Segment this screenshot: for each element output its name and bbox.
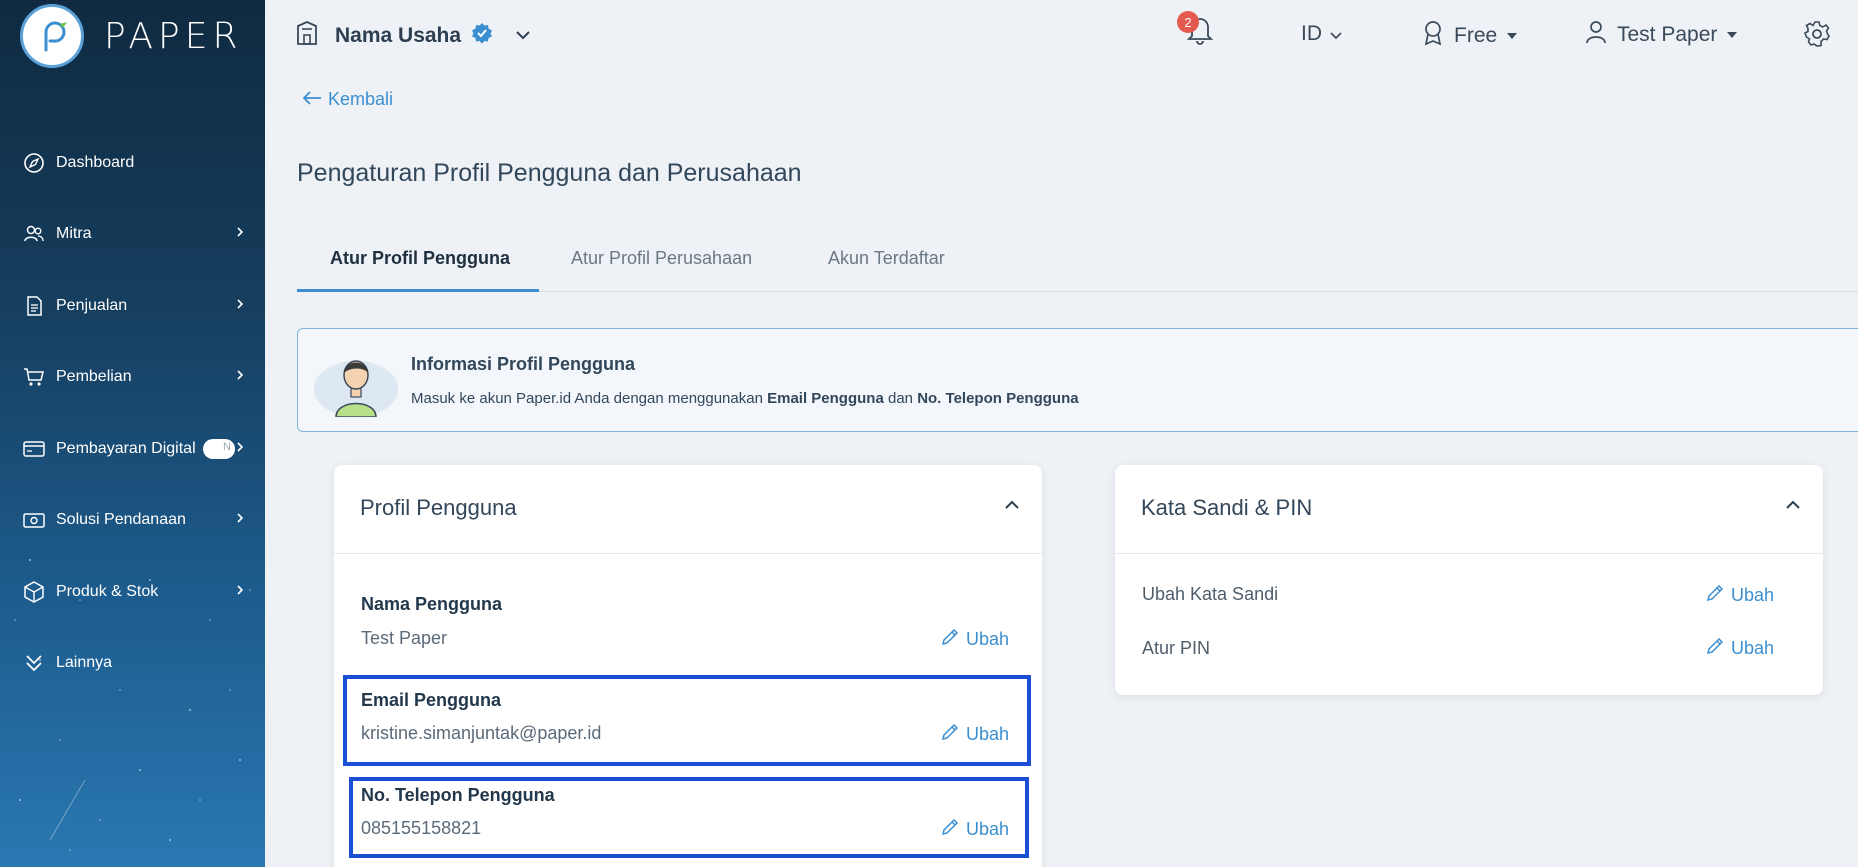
notification-count-badge: 2 bbox=[1177, 11, 1199, 33]
users-icon bbox=[22, 222, 46, 246]
edit-nama-button[interactable]: Ubah bbox=[940, 627, 1009, 652]
sidebar-item-mitra[interactable]: Mitra bbox=[0, 199, 265, 271]
back-label: Kembali bbox=[328, 89, 394, 109]
top-header: Nama Usaha 2 ID Free Test Paper bbox=[265, 0, 1858, 70]
double-chevron-down-icon bbox=[22, 651, 46, 675]
sidebar-item-solusi-pendanaan[interactable]: Solusi Pendanaan bbox=[0, 485, 265, 557]
chevron-right-icon bbox=[235, 583, 245, 601]
chevron-up-icon[interactable] bbox=[1004, 497, 1020, 515]
change-password-label: Ubah Kata Sandi bbox=[1142, 584, 1279, 604]
tab-atur-profil-perusahaan[interactable]: Atur Profil Perusahaan bbox=[571, 248, 752, 269]
sidebar-item-label: Dashboard bbox=[56, 153, 135, 171]
sidebar-nav: Dashboard Mitra Penjualan Pembelian Pemb… bbox=[0, 127, 265, 699]
award-icon bbox=[1422, 20, 1444, 52]
business-switcher[interactable]: Nama Usaha bbox=[295, 20, 531, 51]
profile-card-header: Profil Pengguna bbox=[334, 465, 1042, 554]
chevron-right-icon bbox=[235, 297, 245, 315]
sidebar-item-pembelian[interactable]: Pembelian bbox=[0, 342, 265, 414]
chevron-down-icon[interactable] bbox=[515, 27, 531, 45]
verified-badge-icon bbox=[471, 22, 493, 49]
sidebar: PAPER Dashboard Mitra Penjualan Pembelia… bbox=[0, 0, 265, 867]
card-icon bbox=[22, 437, 46, 461]
chevron-right-icon bbox=[235, 368, 245, 386]
user-name: Test Paper bbox=[1617, 23, 1718, 46]
paper-logo-icon bbox=[20, 4, 84, 68]
active-tab-indicator bbox=[297, 289, 539, 292]
brand-logo[interactable]: PAPER bbox=[20, 4, 243, 68]
pencil-icon bbox=[1705, 583, 1725, 608]
notification-button[interactable]: 2 bbox=[1177, 11, 1215, 51]
language-selector[interactable]: ID bbox=[1301, 22, 1342, 46]
back-link[interactable]: Kembali bbox=[302, 89, 393, 110]
chevron-right-icon bbox=[235, 440, 245, 458]
chevron-right-icon bbox=[235, 511, 245, 529]
chevron-right-icon bbox=[235, 225, 245, 243]
set-pin-label: Atur PIN bbox=[1142, 638, 1211, 658]
field-value-nama: Test Paper bbox=[361, 628, 448, 648]
sidebar-item-dashboard[interactable]: Dashboard bbox=[0, 127, 265, 199]
profile-tabs: Atur Profil Pengguna Atur Profil Perusah… bbox=[297, 240, 1858, 292]
sidebar-item-lainnya[interactable]: Lainnya bbox=[0, 628, 265, 700]
email-highlight-box bbox=[343, 675, 1031, 766]
sidebar-item-label: Lainnya bbox=[56, 654, 113, 672]
tab-akun-terdaftar[interactable]: Akun Terdaftar bbox=[828, 248, 945, 269]
caret-down-icon bbox=[1507, 33, 1518, 39]
phone-highlight-box bbox=[349, 777, 1029, 858]
cart-icon bbox=[22, 365, 46, 389]
card-title: Profil Pengguna bbox=[360, 495, 517, 520]
brand-name: PAPER bbox=[104, 15, 243, 57]
caret-down-icon bbox=[1727, 32, 1738, 38]
info-title: Informasi Profil Pengguna bbox=[411, 354, 636, 374]
language-label: ID bbox=[1301, 22, 1322, 45]
settings-button[interactable] bbox=[1803, 20, 1831, 53]
tab-atur-profil-pengguna[interactable]: Atur Profil Pengguna bbox=[330, 248, 510, 269]
change-password-button[interactable]: Ubah bbox=[1705, 583, 1774, 608]
bell-icon bbox=[1185, 18, 1215, 50]
sidebar-item-label: Solusi Pendanaan bbox=[56, 511, 186, 529]
user-avatar-illustration bbox=[314, 347, 398, 418]
chevron-up-icon[interactable] bbox=[1785, 497, 1801, 515]
sidebar-item-label: Pembelian bbox=[56, 368, 132, 386]
new-feature-toggle: N bbox=[203, 438, 235, 459]
sidebar-item-label: Produk & Stok bbox=[56, 582, 159, 600]
money-icon bbox=[22, 508, 46, 532]
box-icon bbox=[22, 580, 46, 604]
sidebar-item-pembayaran-digital[interactable]: Pembayaran Digital N bbox=[0, 413, 265, 485]
business-name: Nama Usaha bbox=[335, 23, 462, 47]
set-pin-button[interactable]: Ubah bbox=[1705, 636, 1774, 661]
sidebar-item-label: Pembayaran Digital bbox=[56, 439, 196, 457]
user-icon bbox=[1585, 20, 1607, 50]
plan-label: Free bbox=[1454, 24, 1498, 47]
sidebar-item-produk-stok[interactable]: Produk & Stok bbox=[0, 556, 265, 628]
page-title: Pengaturan Profil Pengguna dan Perusahaa… bbox=[297, 159, 802, 187]
info-description: Masuk ke akun Paper.id Anda dengan mengg… bbox=[411, 390, 1079, 407]
arrow-left-icon bbox=[302, 89, 322, 110]
profile-info-banner: Informasi Profil Pengguna Masuk ke akun … bbox=[297, 328, 1858, 432]
building-icon bbox=[295, 20, 319, 51]
sidebar-item-penjualan[interactable]: Penjualan bbox=[0, 270, 265, 342]
plan-selector[interactable]: Free bbox=[1422, 20, 1518, 52]
field-label-nama: Nama Pengguna bbox=[361, 594, 503, 614]
document-icon bbox=[22, 294, 46, 318]
chevron-down-icon bbox=[1330, 22, 1342, 46]
security-card-header: Kata Sandi & PIN bbox=[1115, 465, 1823, 554]
gear-icon bbox=[1803, 21, 1831, 52]
card-title: Kata Sandi & PIN bbox=[1141, 495, 1313, 520]
pencil-icon bbox=[940, 627, 960, 652]
pencil-icon bbox=[1705, 636, 1725, 661]
sidebar-item-label: Penjualan bbox=[56, 296, 128, 314]
sidebar-item-label: Mitra bbox=[56, 225, 92, 243]
security-card: Kata Sandi & PIN Ubah Kata Sandi Ubah At… bbox=[1115, 465, 1823, 695]
compass-icon bbox=[22, 151, 46, 175]
user-menu[interactable]: Test Paper bbox=[1585, 20, 1738, 50]
